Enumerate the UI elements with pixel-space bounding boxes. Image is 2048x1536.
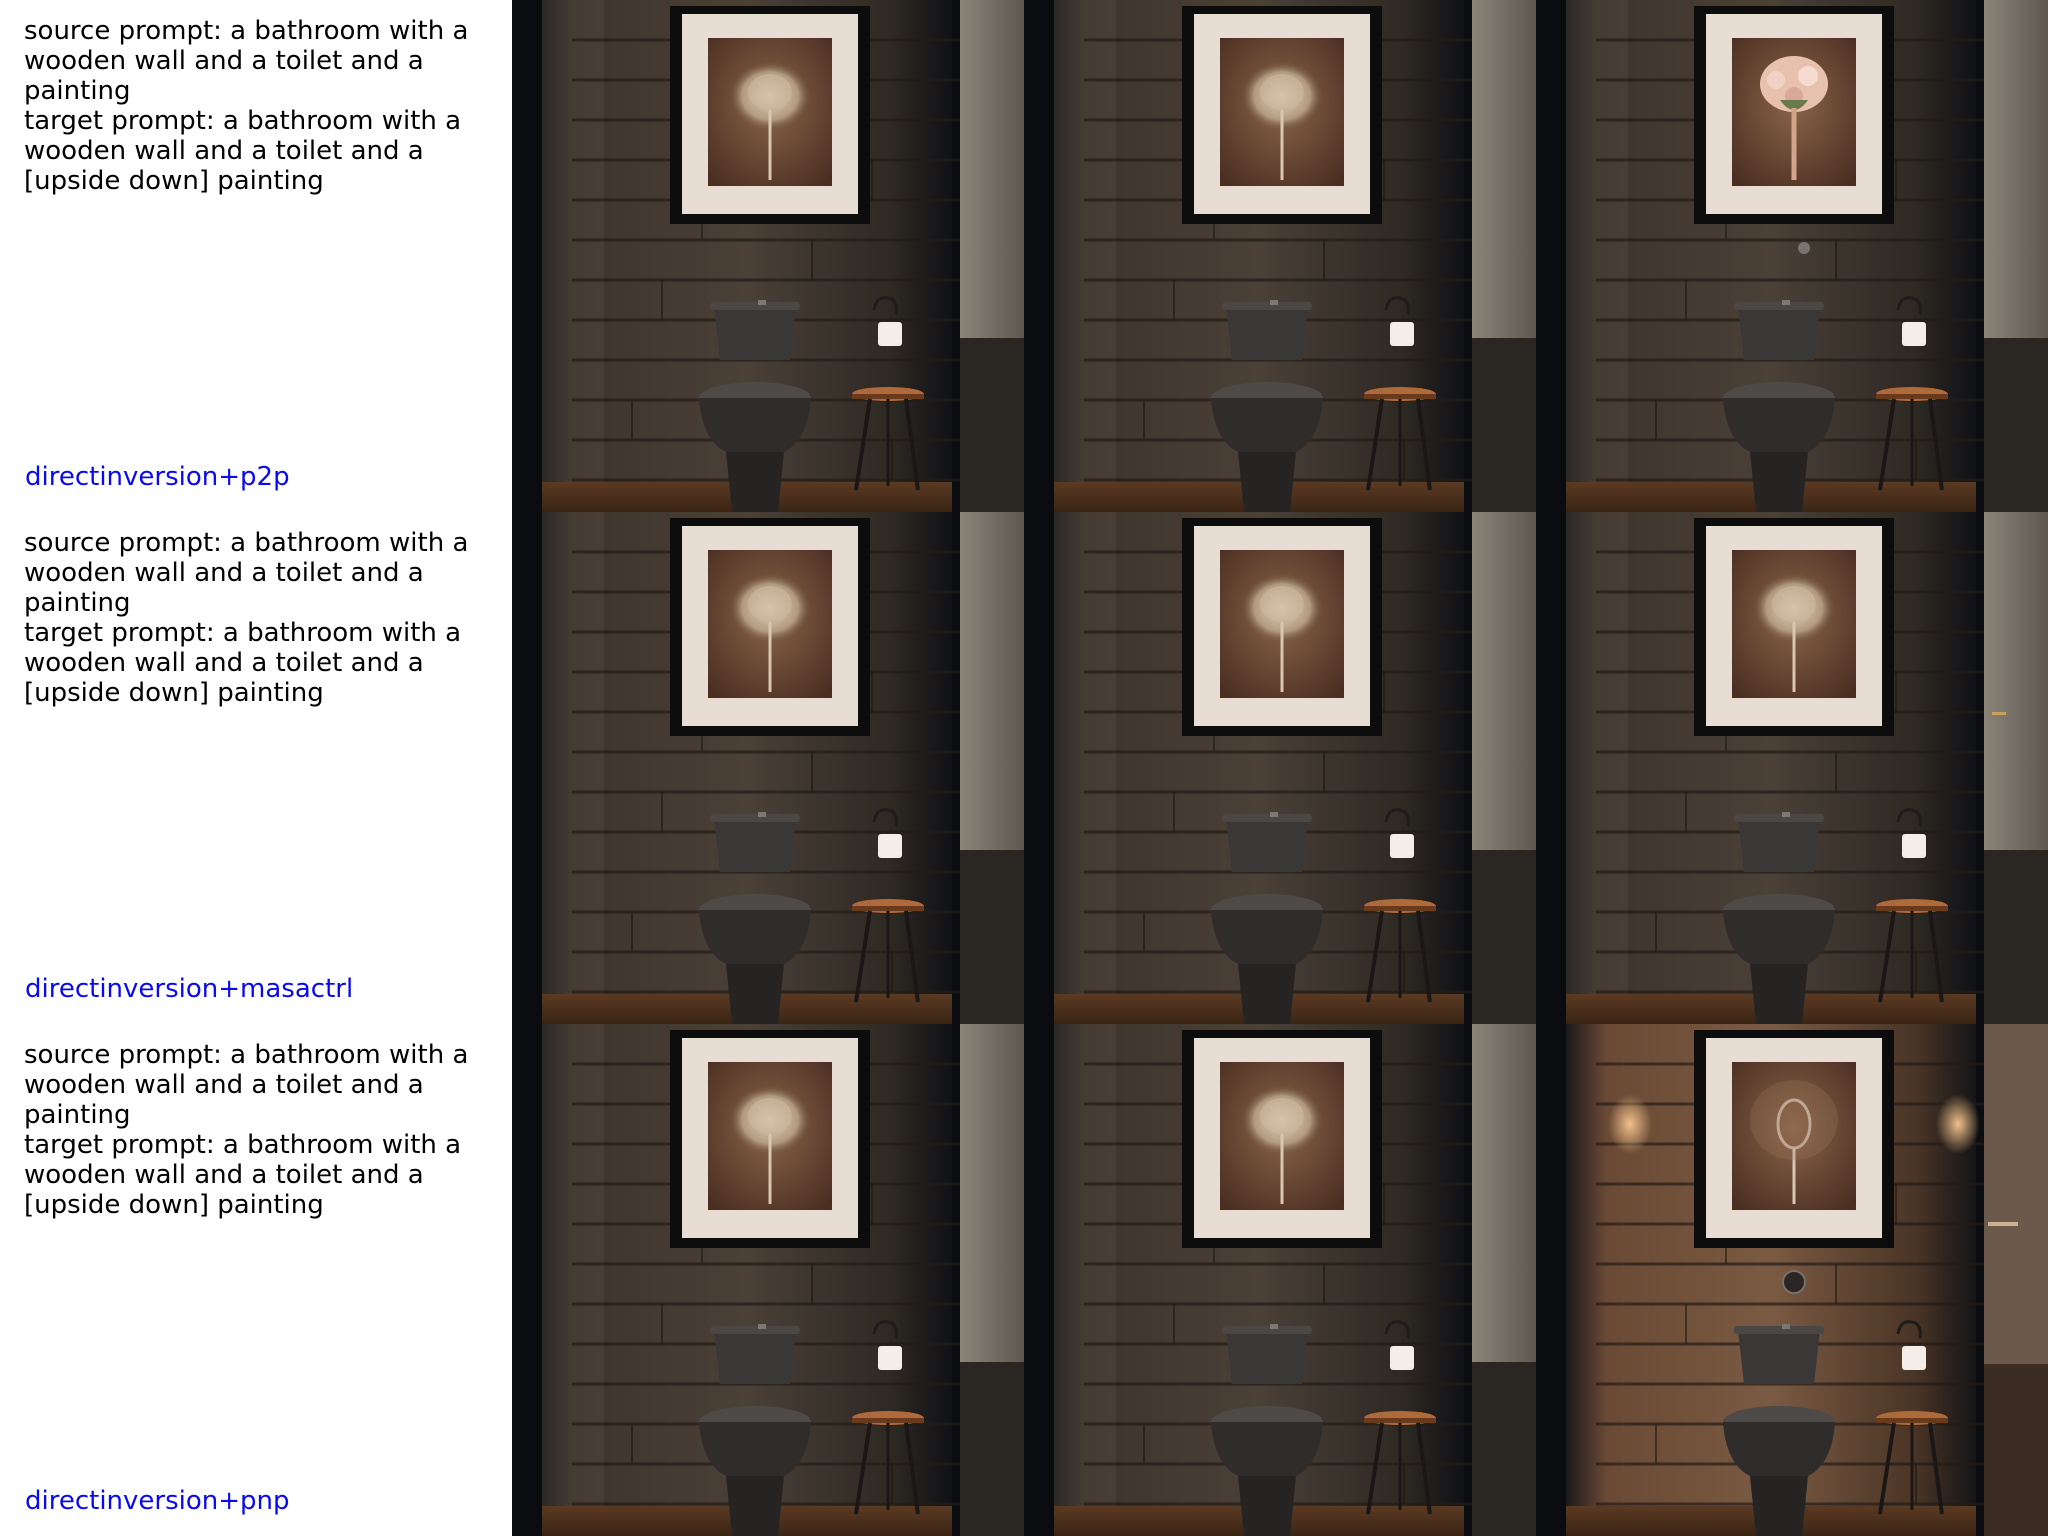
method-label: directinversion+p2p xyxy=(25,462,290,492)
prompt-block: source prompt: a bathroom with a wooden … xyxy=(24,1040,512,1220)
method-label: directinversion+masactrl xyxy=(25,974,354,1004)
prompt-cell: source prompt: a bathroom with a wooden … xyxy=(0,0,512,512)
edited-image xyxy=(1536,512,2048,1024)
source-prompt: source prompt: a bathroom with a wooden … xyxy=(24,16,469,106)
target-prompt: target prompt: a bathroom with a wooden … xyxy=(24,1130,462,1220)
reconstruction-image xyxy=(1024,1024,1536,1536)
reconstruction-image xyxy=(1024,512,1536,1024)
source-image xyxy=(512,512,1024,1024)
prompt-cell: source prompt: a bathroom with a wooden … xyxy=(0,1024,512,1536)
source-image xyxy=(512,1024,1024,1536)
source-prompt: source prompt: a bathroom with a wooden … xyxy=(24,528,469,618)
result-row-pnp: source prompt: a bathroom with a wooden … xyxy=(0,1024,2048,1536)
source-prompt: source prompt: a bathroom with a wooden … xyxy=(24,1040,469,1130)
source-image xyxy=(512,0,1024,512)
edited-image xyxy=(1536,0,2048,512)
reconstruction-image xyxy=(1024,0,1536,512)
prompt-block: source prompt: a bathroom with a wooden … xyxy=(24,16,512,196)
prompt-block: source prompt: a bathroom with a wooden … xyxy=(24,528,512,708)
edited-image xyxy=(1536,1024,2048,1536)
result-row-masactrl: source prompt: a bathroom with a wooden … xyxy=(0,512,2048,1024)
target-prompt: target prompt: a bathroom with a wooden … xyxy=(24,618,462,708)
method-label: directinversion+pnp xyxy=(25,1486,290,1516)
target-prompt: target prompt: a bathroom with a wooden … xyxy=(24,106,462,196)
prompt-cell: source prompt: a bathroom with a wooden … xyxy=(0,512,512,1024)
result-row-p2p: source prompt: a bathroom with a wooden … xyxy=(0,0,2048,512)
